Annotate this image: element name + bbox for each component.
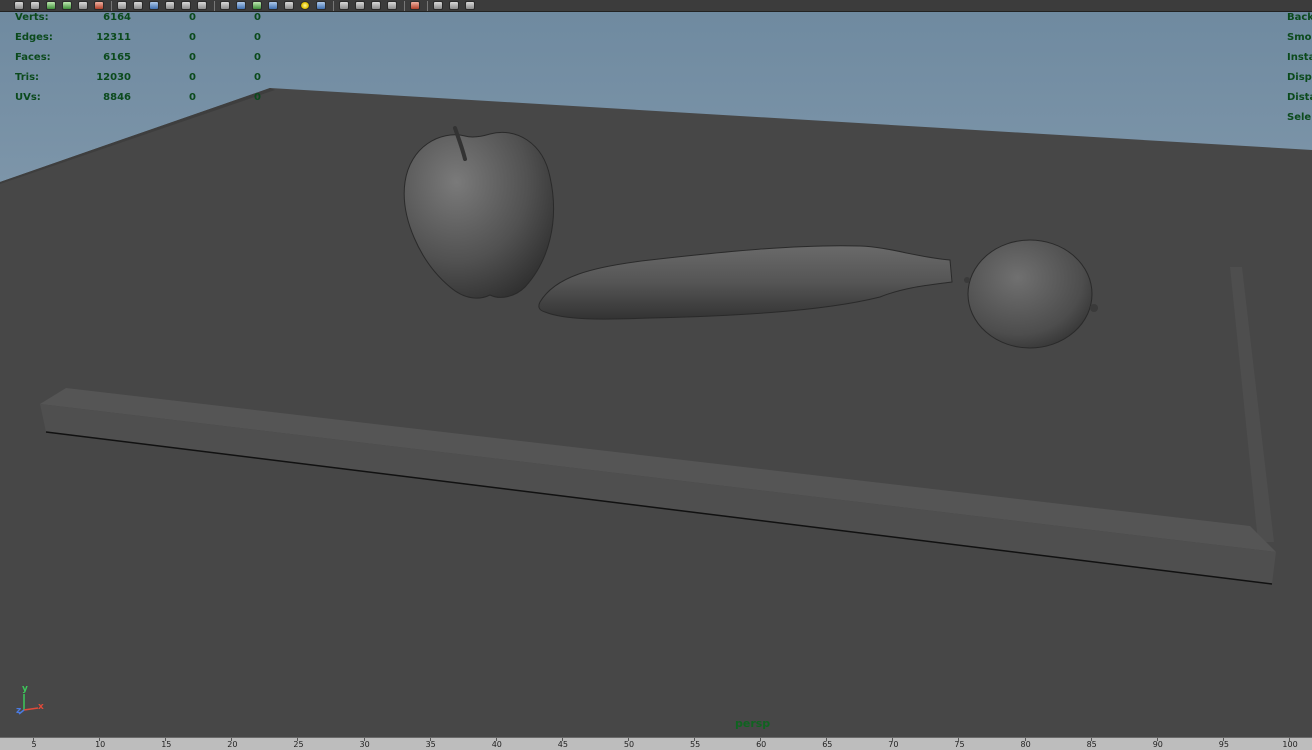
backface-culling-icon[interactable] bbox=[449, 1, 459, 10]
xray-icon[interactable] bbox=[410, 1, 420, 10]
time-slider-tick-label: 55 bbox=[690, 740, 701, 749]
hud-label: Verts: bbox=[15, 12, 49, 23]
textured-icon[interactable] bbox=[268, 1, 278, 10]
paint-select-icon[interactable] bbox=[46, 1, 56, 10]
2d-pan-zoom-icon[interactable] bbox=[165, 1, 175, 10]
time-slider[interactable]: 5 10 15 20 25 30 35 40 45 50 55 60 65 70 75 80 85 90 95 100 bbox=[0, 737, 1312, 750]
hud-value: 6164 bbox=[103, 12, 131, 23]
depth-of-field-icon[interactable] bbox=[371, 1, 381, 10]
hud-label: Edges: bbox=[15, 32, 53, 43]
time-slider-tick-label: 5 bbox=[31, 740, 37, 749]
hud-value: 0 bbox=[254, 92, 261, 103]
toolbar-separator bbox=[214, 0, 215, 11]
time-slider-tick-label: 60 bbox=[756, 740, 767, 749]
hud-right-backface: Back bbox=[1287, 12, 1312, 23]
hud-right-display: Disp bbox=[1287, 72, 1312, 83]
hud-right-smoothness: Smo bbox=[1287, 32, 1312, 43]
hud-value: 12030 bbox=[96, 72, 131, 83]
select-tool-icon[interactable] bbox=[14, 1, 24, 10]
hud-row-uvs: UVs: 8846 0 0 bbox=[0, 92, 270, 106]
bookmark-icon[interactable] bbox=[133, 1, 143, 10]
time-slider-tick-label: 30 bbox=[359, 740, 370, 749]
hud-value: 0 bbox=[189, 32, 196, 43]
toolbar-group-tools bbox=[14, 0, 481, 11]
axis-y-label: y bbox=[22, 684, 28, 694]
hud-value: 0 bbox=[189, 12, 196, 23]
camera-attributes-icon[interactable] bbox=[117, 1, 127, 10]
time-slider-tick-label: 85 bbox=[1086, 740, 1097, 749]
hud-value: 0 bbox=[254, 52, 261, 63]
time-slider-tick-label: 95 bbox=[1218, 740, 1229, 749]
screen-space-ao-icon[interactable] bbox=[316, 1, 326, 10]
time-slider-tick-label: 15 bbox=[161, 740, 172, 749]
hud-value: 0 bbox=[189, 52, 196, 63]
motion-blur-icon[interactable] bbox=[339, 1, 349, 10]
settings-icon[interactable] bbox=[465, 1, 475, 10]
shade-all-icon[interactable] bbox=[252, 1, 262, 10]
time-slider-tick-label: 45 bbox=[557, 740, 568, 749]
time-slider-tick-label: 10 bbox=[95, 740, 106, 749]
time-slider-tick-label: 35 bbox=[425, 740, 436, 749]
use-default-lighting-icon[interactable] bbox=[284, 1, 294, 10]
hud-label: Faces: bbox=[15, 52, 51, 63]
time-slider-tick-label: 75 bbox=[954, 740, 965, 749]
hud-right-instance: Insta bbox=[1287, 52, 1312, 63]
time-slider-tick-label: 40 bbox=[491, 740, 502, 749]
toolbar-separator bbox=[111, 0, 112, 11]
hud-label: UVs: bbox=[15, 92, 41, 103]
hud-value: 12311 bbox=[96, 32, 131, 43]
hud-value: 0 bbox=[254, 32, 261, 43]
hud-row-verts: Verts: 6164 0 0 bbox=[0, 12, 270, 26]
lasso-tool-icon[interactable] bbox=[30, 1, 40, 10]
hud-row-faces: Faces: 6165 0 0 bbox=[0, 52, 270, 66]
viewport-toolbar bbox=[0, 0, 1312, 12]
hud-row-tris: Tris: 12030 0 0 bbox=[0, 72, 270, 86]
hud-right-distance: Dista bbox=[1287, 92, 1312, 103]
axis-x-label: x bbox=[38, 702, 44, 712]
scale-tool-icon[interactable] bbox=[94, 1, 104, 10]
hud-value: 0 bbox=[189, 92, 196, 103]
hud-value: 0 bbox=[189, 72, 196, 83]
move-tool-icon[interactable] bbox=[62, 1, 72, 10]
time-slider-tick-label: 100 bbox=[1282, 740, 1298, 749]
hud-label: Tris: bbox=[15, 72, 40, 83]
hud-row-edges: Edges: 12311 0 0 bbox=[0, 32, 270, 46]
xray-joints-icon[interactable] bbox=[433, 1, 443, 10]
rotate-tool-icon[interactable] bbox=[78, 1, 88, 10]
time-slider-tick-label: 90 bbox=[1152, 740, 1163, 749]
perspective-viewport[interactable] bbox=[0, 12, 1312, 737]
hud-value: 0 bbox=[254, 12, 261, 23]
time-slider-tick-label: 50 bbox=[623, 740, 635, 749]
hud-value: 0 bbox=[254, 72, 261, 83]
isolate-select-icon[interactable] bbox=[387, 1, 397, 10]
shadows-icon[interactable] bbox=[300, 1, 310, 10]
anti-alias-icon[interactable] bbox=[355, 1, 365, 10]
image-plane-icon[interactable] bbox=[149, 1, 159, 10]
viewport-canvas bbox=[0, 12, 1312, 737]
time-slider-tick-label: 65 bbox=[822, 740, 833, 749]
grid-icon[interactable] bbox=[197, 1, 207, 10]
time-slider-tick-label: 70 bbox=[888, 740, 899, 749]
time-slider-tick-label: 80 bbox=[1020, 740, 1031, 749]
hud-value: 6165 bbox=[103, 52, 131, 63]
hud-value: 8846 bbox=[103, 92, 131, 103]
time-slider-tick-label: 25 bbox=[293, 740, 304, 749]
axis-z-label: z bbox=[16, 706, 22, 716]
toolbar-separator bbox=[404, 0, 405, 11]
axis-gizmo: y x z bbox=[14, 684, 54, 720]
toolbar-separator bbox=[427, 0, 428, 11]
toolbar-separator bbox=[333, 0, 334, 11]
wireframe-icon[interactable] bbox=[220, 1, 230, 10]
smooth-shade-icon[interactable] bbox=[236, 1, 246, 10]
hud-right-selected: Sele bbox=[1287, 112, 1312, 123]
poly-count-hud: Verts: 6164 0 0 Edges: 12311 0 0 Faces: … bbox=[0, 12, 270, 112]
time-slider-tick-label: 20 bbox=[227, 740, 238, 749]
grease-pencil-icon[interactable] bbox=[181, 1, 191, 10]
camera-name-label: persp bbox=[735, 717, 771, 730]
